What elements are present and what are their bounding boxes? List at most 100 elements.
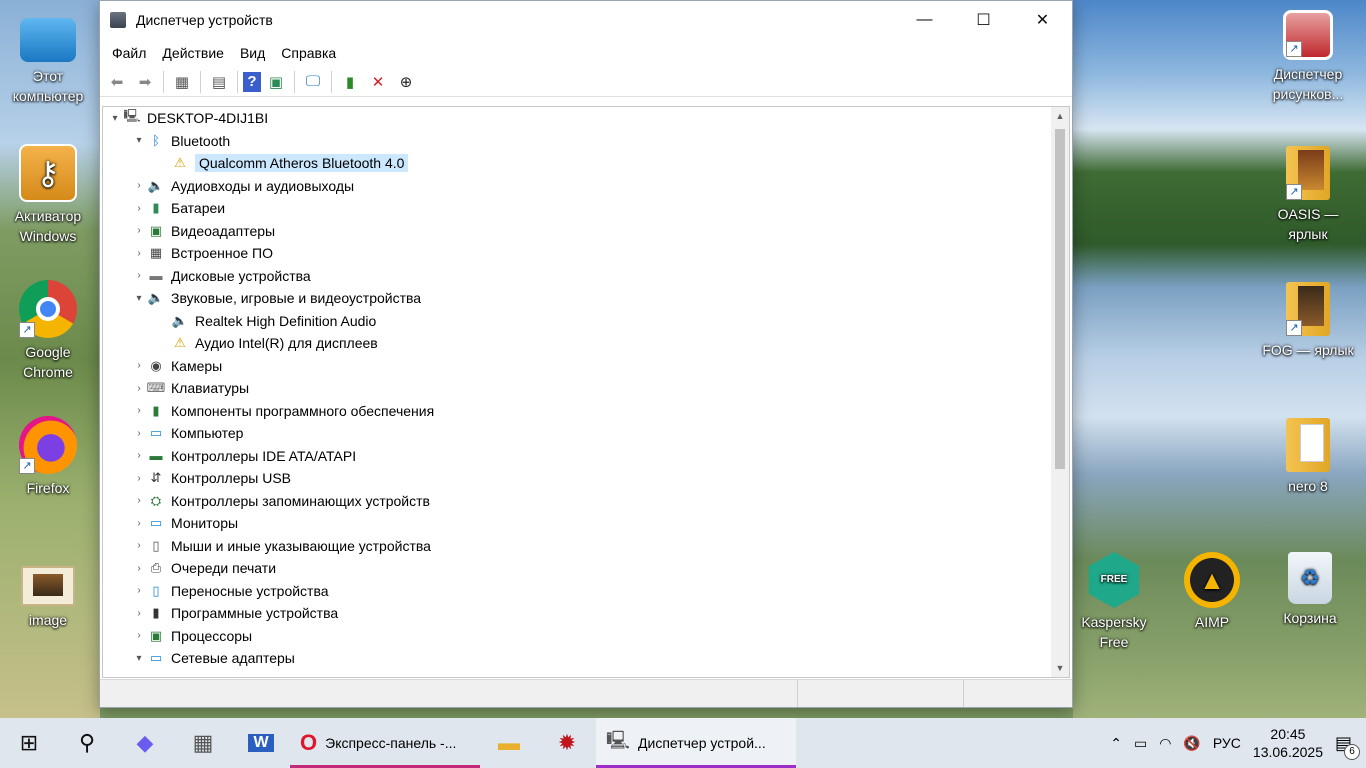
chevron-right-icon[interactable]: ›	[131, 180, 147, 191]
desktop-icon-picture-manager[interactable]: ↗ Диспетчер рисунков...	[1260, 10, 1356, 104]
tree-item[interactable]: › ▭ Компьютер	[103, 422, 1053, 445]
desktop-icon-image[interactable]: image	[0, 566, 96, 630]
tree-item[interactable]: › ▣ Процессоры	[103, 625, 1053, 648]
desktop-icon-aimp[interactable]: ▲ AIMP	[1164, 552, 1260, 632]
close-button[interactable]: ✕	[1013, 1, 1072, 39]
desktop-icon-recycle-bin[interactable]: ♻ Корзина	[1262, 552, 1358, 628]
scroll-up-arrow[interactable]: ▲	[1051, 107, 1069, 125]
forward-icon[interactable]: ➡	[132, 69, 158, 95]
desktop-icon-this-pc[interactable]: Этот компьютер	[0, 12, 96, 106]
taskbar-device-manager[interactable]: 🖳 Диспетчер устрой...	[596, 718, 796, 768]
tree-item[interactable]: ▾ ▭ Сетевые адаптеры	[103, 647, 1053, 670]
chevron-right-icon[interactable]: ›	[131, 473, 147, 484]
volume-muted-icon[interactable]: 🔇	[1183, 735, 1200, 752]
chevron-right-icon[interactable]: ›	[131, 563, 147, 574]
desktop-icon-activator[interactable]: ⚷ Активатор Windows	[0, 144, 96, 246]
chevron-right-icon[interactable]: ›	[131, 608, 147, 619]
chevron-right-icon[interactable]: ›	[131, 270, 147, 281]
menu-view[interactable]: Вид	[232, 45, 273, 61]
chevron-right-icon[interactable]: ›	[131, 405, 147, 416]
menu-file[interactable]: Файл	[104, 45, 154, 61]
tree-item[interactable]: › ⎙ Очереди печати	[103, 557, 1053, 580]
chevron-right-icon[interactable]: ›	[131, 518, 147, 529]
tree-item[interactable]: ⚠ Qualcomm Atheros Bluetooth 4.0	[103, 152, 1053, 175]
chevron-right-icon[interactable]: ›	[131, 495, 147, 506]
action-pane-icon[interactable]: ▣	[263, 69, 289, 95]
tree-item[interactable]: ⚠ Аудио Intel(R) для дисплеев	[103, 332, 1053, 355]
tree-root[interactable]: ▾ 🖳 DESKTOP-4DIJ1BI	[103, 107, 1053, 130]
tree-item[interactable]: › ▣ Видеоадаптеры	[103, 220, 1053, 243]
properties-icon[interactable]: ▤	[206, 69, 232, 95]
tree-item[interactable]: › ⇵ Контроллеры USB	[103, 467, 1053, 490]
chevron-right-icon[interactable]: ›	[131, 428, 147, 439]
menu-help[interactable]: Справка	[273, 45, 344, 61]
back-icon[interactable]: ⬅	[104, 69, 130, 95]
tree-item[interactable]: ▾ 🔈 Звуковые, игровые и видеоустройства	[103, 287, 1053, 310]
chevron-right-icon[interactable]: ›	[131, 585, 147, 596]
chevron-down-icon[interactable]: ▾	[107, 113, 123, 124]
wifi-icon[interactable]: ◠	[1159, 735, 1171, 752]
console-tree-icon[interactable]: ▦	[169, 69, 195, 95]
taskbar-opera[interactable]: O Экспресс-панель -...	[290, 718, 480, 768]
aimp-icon: ▲	[1184, 552, 1240, 608]
scroll-down-arrow[interactable]: ▼	[1051, 659, 1069, 677]
start-button[interactable]: ⊞	[0, 718, 58, 768]
chevron-right-icon[interactable]: ›	[131, 630, 147, 641]
tree-item[interactable]: › ◉ Камеры	[103, 355, 1053, 378]
language-indicator[interactable]: РУС	[1213, 735, 1241, 751]
calculator-icon[interactable]: ▦	[174, 718, 232, 768]
tree-item[interactable]: 🔈 Realtek High Definition Audio	[103, 310, 1053, 333]
status-segment	[964, 680, 1072, 707]
chevron-down-icon[interactable]: ▾	[131, 135, 147, 146]
chevron-down-icon[interactable]: ▾	[131, 293, 147, 304]
tree-item[interactable]: › ▭ Мониторы	[103, 512, 1053, 535]
word-icon[interactable]: W	[232, 718, 290, 768]
bluetooth-icon: ᛒ	[152, 133, 160, 149]
chevron-up-icon[interactable]: ⌃	[1110, 735, 1122, 752]
desktop-icon-chrome[interactable]: ↗ Google Chrome	[0, 280, 96, 382]
tree-item[interactable]: › ▮ Программные устройства	[103, 602, 1053, 625]
desktop-icon-nero[interactable]: nero 8	[1260, 418, 1356, 496]
chevron-right-icon[interactable]: ›	[131, 450, 147, 461]
app-red-icon[interactable]: ✹	[538, 718, 596, 768]
chevron-right-icon[interactable]: ›	[131, 203, 147, 214]
search-icon[interactable]: ⚲	[58, 718, 116, 768]
tree-item[interactable]: › ▬ Контроллеры IDE ATA/ATAPI	[103, 445, 1053, 468]
chevron-right-icon[interactable]: ›	[131, 360, 147, 371]
battery-icon[interactable]: ▭	[1134, 735, 1147, 752]
clock[interactable]: 20:45 13.06.2025	[1253, 725, 1323, 761]
tree-item[interactable]: › ▬ Дисковые устройства	[103, 265, 1053, 288]
uninstall-device-icon[interactable]: ✕	[365, 69, 391, 95]
minimize-button[interactable]: —	[895, 1, 954, 39]
title-bar[interactable]: Диспетчер устройств — ☐ ✕	[100, 1, 1072, 39]
desktop-icon-kaspersky[interactable]: FREE Kaspersky Free	[1066, 552, 1162, 652]
desktop-icon-fog[interactable]: ↗ FOG — ярлык	[1260, 282, 1356, 360]
chevron-right-icon[interactable]: ›	[131, 540, 147, 551]
desktop-icon-firefox[interactable]: ↗ Firefox	[0, 416, 96, 498]
chevron-right-icon[interactable]: ›	[131, 383, 147, 394]
tree-item[interactable]: › 🔈 Аудиовходы и аудиовыходы	[103, 175, 1053, 198]
chevron-right-icon[interactable]: ›	[131, 248, 147, 259]
chevron-right-icon[interactable]: ›	[131, 225, 147, 236]
tree-item[interactable]: › ▮ Батареи	[103, 197, 1053, 220]
tree-item[interactable]: › ▮ Компоненты программного обеспечения	[103, 400, 1053, 423]
download-icon[interactable]: ⊕	[393, 69, 419, 95]
menu-action[interactable]: Действие	[154, 45, 232, 61]
copilot-icon[interactable]: ◆	[116, 718, 174, 768]
chevron-down-icon[interactable]: ▾	[131, 653, 147, 664]
tree-item[interactable]: › ▯ Переносные устройства	[103, 580, 1053, 603]
tree-item[interactable]: › ▯ Мыши и иные указывающие устройства	[103, 535, 1053, 558]
tree-item[interactable]: › ⛭ Контроллеры запоминающих устройств	[103, 490, 1053, 513]
tree-item[interactable]: › ▦ Встроенное ПО	[103, 242, 1053, 265]
help-icon[interactable]: ?	[243, 71, 261, 92]
file-explorer-icon[interactable]: ▬	[480, 718, 538, 768]
desktop-icon-oasis[interactable]: ↗ OASIS — ярлык	[1260, 146, 1356, 244]
tree-item[interactable]: › ⌨ Клавиатуры	[103, 377, 1053, 400]
update-driver-icon[interactable]: ▮	[337, 69, 363, 95]
notifications-icon[interactable]: ▤ 6	[1335, 733, 1360, 760]
scan-hardware-icon[interactable]: 🖵	[300, 69, 326, 95]
vertical-scrollbar[interactable]: ▲ ▼	[1051, 107, 1069, 677]
tree-item[interactable]: ▾ ᛒ Bluetooth	[103, 130, 1053, 153]
maximize-button[interactable]: ☐	[954, 1, 1013, 39]
scroll-thumb[interactable]	[1055, 129, 1065, 469]
